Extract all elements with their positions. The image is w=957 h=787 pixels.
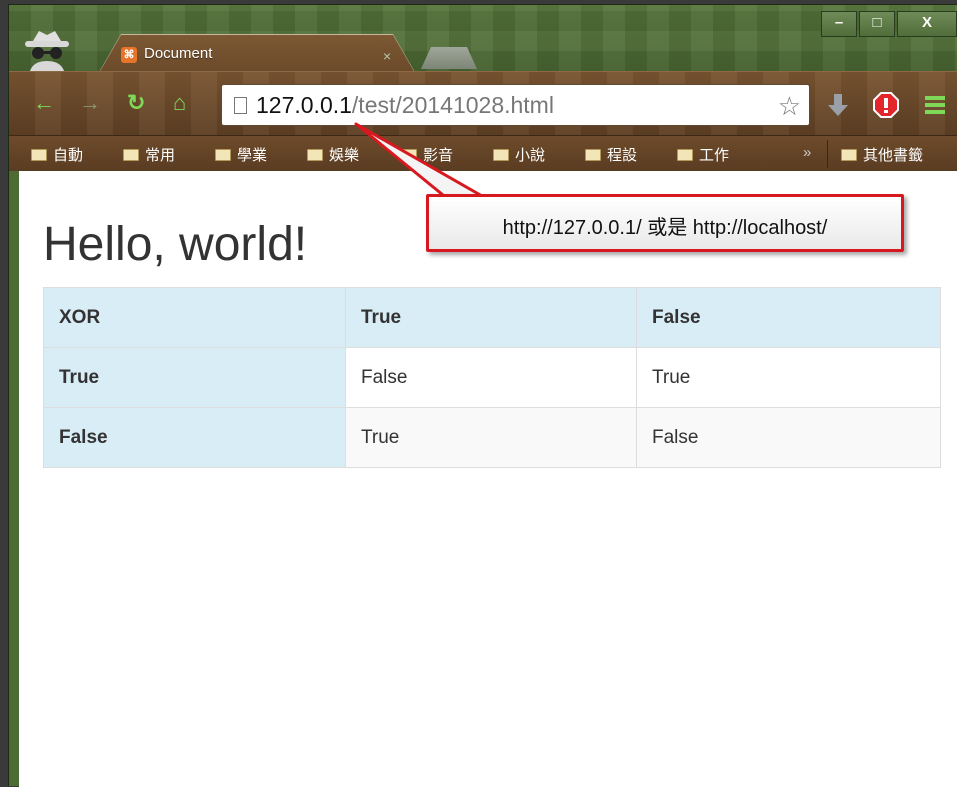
bookmark-folder[interactable]: 程設 (585, 144, 637, 165)
incognito-icon (25, 31, 69, 75)
folder-icon (841, 149, 857, 161)
home-icon[interactable]: ⌂ (173, 92, 186, 114)
page-heading: Hello, world! (43, 218, 308, 271)
folder-icon (215, 149, 231, 161)
adblock-stop-icon[interactable] (873, 92, 899, 118)
page-icon (234, 97, 247, 114)
close-window-button[interactable]: X (897, 11, 957, 37)
url-host: 127.0.0.1 (256, 92, 352, 118)
table-row-header: False (43, 407, 346, 468)
folder-icon (677, 149, 693, 161)
table-header-cell: XOR (43, 287, 346, 348)
table-cell: False (345, 347, 637, 408)
table-header-cell: False (636, 287, 941, 348)
address-url[interactable]: 127.0.0.1/test/20141028.html (256, 92, 554, 119)
tab-close-icon[interactable]: × (383, 48, 391, 64)
reload-icon[interactable]: ↻ (127, 92, 145, 114)
new-tab-button[interactable] (421, 47, 477, 69)
menu-icon[interactable] (923, 94, 947, 116)
folder-icon (585, 149, 601, 161)
other-bookmarks[interactable]: 其他書籤 (841, 144, 923, 165)
folder-icon (123, 149, 139, 161)
page-content: Hello, world! XOR True False True False … (19, 171, 957, 787)
bookmark-folder[interactable]: 小說 (493, 144, 545, 165)
tab-title: Document (144, 45, 213, 62)
table-header-cell: True (345, 287, 637, 348)
table-cell: True (636, 347, 941, 408)
table-header-row: XOR True False (43, 287, 941, 348)
url-path: /test/20141028.html (351, 92, 554, 118)
callout-box: http://127.0.0.1/ 或是 http://localhost/ (426, 194, 904, 252)
bookmark-folder[interactable]: 自動 (31, 144, 83, 165)
table-row: True False True (43, 347, 941, 408)
xampp-favicon-icon: ⌘ (121, 47, 137, 63)
bookmark-folder[interactable]: 常用 (123, 144, 175, 165)
bookmarks-overflow-button[interactable]: » (803, 144, 811, 161)
bookmarks-divider (827, 140, 828, 168)
xor-table: XOR True False True False True False Tru… (43, 287, 941, 468)
bookmark-folder[interactable]: 學業 (215, 144, 267, 165)
maximize-button[interactable]: □ (859, 11, 895, 37)
minimize-button[interactable]: – (821, 11, 857, 37)
table-cell: True (345, 407, 637, 468)
download-arrow-icon[interactable] (825, 92, 851, 118)
table-row: False True False (43, 407, 941, 468)
forward-arrow-icon[interactable]: → (79, 92, 101, 114)
back-arrow-icon[interactable]: ← (33, 92, 55, 114)
table-cell: False (636, 407, 941, 468)
folder-icon (307, 149, 323, 161)
address-bar[interactable]: 127.0.0.1/test/20141028.html ☆ (221, 84, 810, 126)
title-bar: ⌘ Document × – □ X (9, 5, 957, 75)
table-row-header: True (43, 347, 346, 408)
bookmark-star-icon[interactable]: ☆ (778, 91, 801, 122)
folder-icon (31, 149, 47, 161)
bookmark-folder[interactable]: 工作 (677, 144, 729, 165)
callout-text: http://127.0.0.1/ 或是 http://localhost/ (502, 217, 828, 239)
